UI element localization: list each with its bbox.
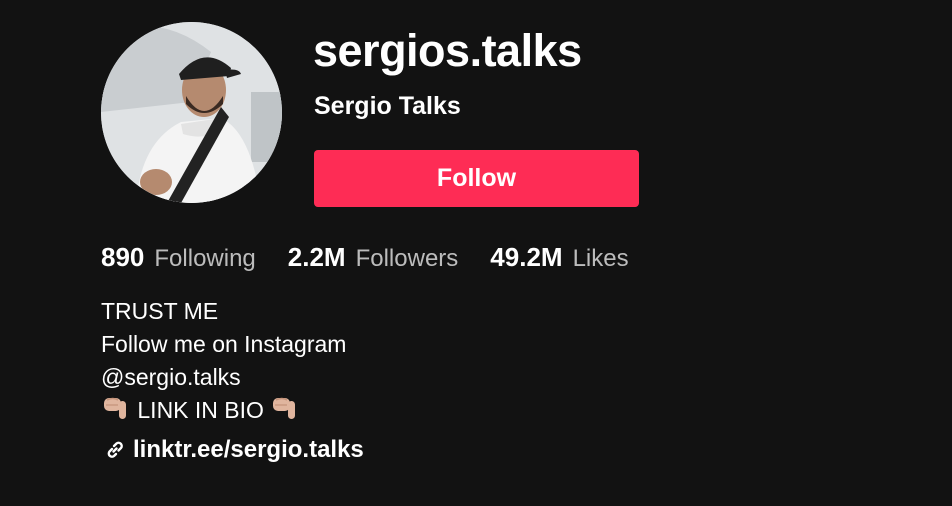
bio-line-4-text: LINK IN BIO — [137, 397, 264, 423]
bio-line-1: TRUST ME — [101, 298, 219, 324]
username: sergios.talks — [313, 25, 582, 76]
avatar[interactable] — [101, 22, 282, 203]
avatar-photo — [101, 22, 282, 203]
link-icon — [103, 438, 127, 462]
bio-link-row[interactable]: linktr.ee/sergio.talks — [103, 436, 364, 464]
profile-stats: 890 Following 2.2M Followers 49.2M Likes — [101, 242, 661, 273]
pointing-down-icon — [101, 395, 131, 423]
followers-count: 2.2M — [287, 242, 346, 272]
likes-count: 49.2M — [490, 242, 563, 272]
bio-line-3: @sergio.talks — [101, 364, 241, 390]
stat-following[interactable]: 890 Following — [101, 242, 256, 273]
bio-line-4: LINK IN BIO — [101, 394, 346, 427]
following-count: 890 — [101, 242, 145, 272]
followers-label: Followers — [355, 245, 459, 272]
bio-link[interactable]: linktr.ee/sergio.talks — [133, 436, 364, 464]
likes-label: Likes — [572, 245, 629, 272]
stat-likes: 49.2M Likes — [490, 242, 628, 273]
bio: TRUST ME Follow me on Instagram @sergio.… — [101, 295, 346, 427]
pointing-down-icon — [270, 395, 300, 423]
stat-followers[interactable]: 2.2M Followers — [288, 242, 459, 273]
display-name: Sergio Talks — [314, 92, 461, 120]
bio-line-2: Follow me on Instagram — [101, 331, 347, 357]
follow-button[interactable]: Follow — [314, 150, 639, 207]
following-label: Following — [154, 245, 256, 272]
